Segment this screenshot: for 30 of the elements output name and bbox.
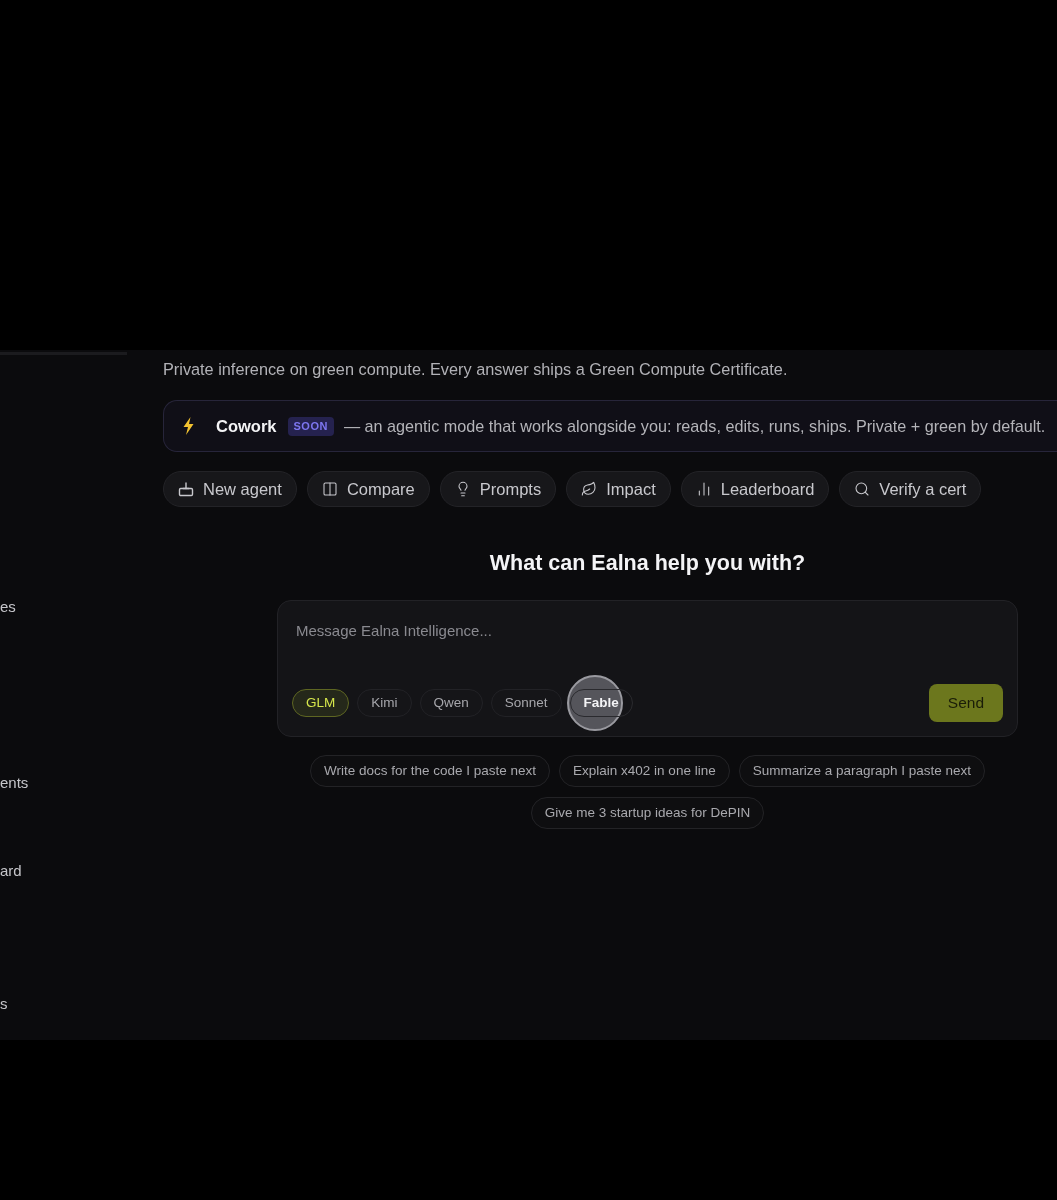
tray-icon	[178, 481, 194, 497]
suggestion-chip[interactable]: Write docs for the code I paste next	[309, 755, 551, 787]
action-button[interactable]: Prompts	[439, 471, 557, 507]
model-chip[interactable]: GLM	[292, 689, 350, 717]
suggestion-chip[interactable]: Summarize a paragraph I paste next	[738, 755, 986, 787]
action-button[interactable]: Impact	[566, 471, 671, 507]
sidebar-item[interactable]: ents	[0, 773, 29, 793]
sidebar-item[interactable]: ard	[0, 861, 22, 881]
suggestion-chip[interactable]: Give me 3 startup ideas for DePIN	[530, 797, 765, 829]
lightning-icon	[182, 417, 195, 435]
banner-title: Cowork	[216, 415, 277, 437]
columns-icon	[321, 481, 338, 497]
model-chip[interactable]: Kimi	[357, 689, 412, 717]
heading: What can Ealna help you with?	[489, 550, 806, 577]
action-button[interactable]: Verify a cert	[839, 471, 982, 507]
action-button[interactable]: New agent	[163, 471, 297, 507]
soon-badge: SOON	[287, 416, 334, 436]
action-button[interactable]: Leaderboard	[680, 471, 830, 507]
model-chip[interactable]: Qwen	[419, 689, 483, 717]
suggestion-chip[interactable]: Explain x402 in one line	[559, 755, 730, 787]
tagline: Private inference on green compute. Every answer ships a Green Compute Certificate.	[163, 359, 788, 379]
message-input[interactable]: Message Ealna Intelligence...	[296, 618, 976, 642]
action-button[interactable]: Compare	[306, 471, 430, 507]
leaf-icon	[581, 481, 598, 497]
send-button[interactable]: Send	[928, 684, 1003, 722]
sidebar-item[interactable]: s	[0, 994, 8, 1014]
search-icon	[854, 481, 871, 497]
model-chip[interactable]: Sonnet	[490, 689, 562, 717]
banner-text: — an agentic mode that works alongside you: reads, edits, runs, ships. Private + green by default.	[343, 415, 1046, 437]
sidebar-item[interactable]: es	[0, 597, 16, 617]
